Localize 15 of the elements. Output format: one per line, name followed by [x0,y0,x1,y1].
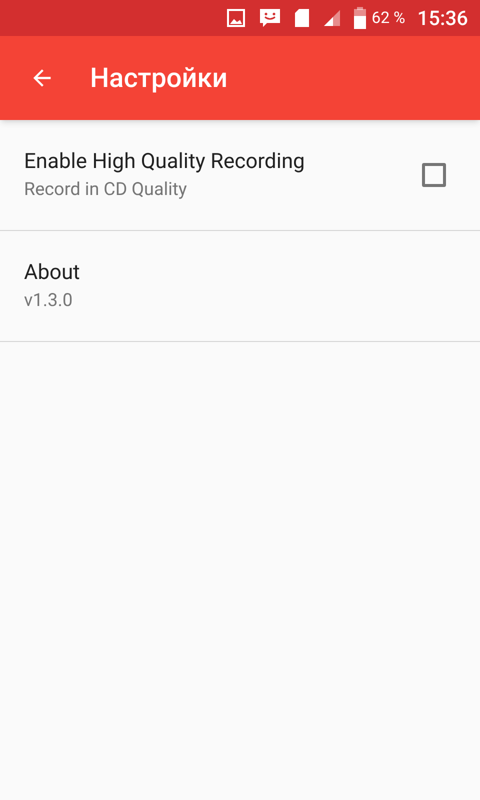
battery-percent: 62 % [372,7,406,29]
setting-title: Enable High Quality Recording [24,149,306,176]
settings-item[interactable]: About v1.3.0 [0,231,480,342]
image-icon [226,8,246,28]
app-bar-title: Настройки [90,60,228,96]
setting-summary: v1.3.0 [24,289,74,313]
sd-card-icon [294,8,310,28]
checkbox[interactable] [422,163,446,187]
clock: 15:36 [417,5,468,32]
setting-title: About [24,260,81,287]
settings-item[interactable]: Enable High Quality Recording Record in CD Quality [0,120,480,231]
battery-icon [354,7,366,29]
chat-icon [258,6,282,30]
setting-summary: Record in CD Quality [24,178,188,202]
signal-icon [322,8,342,28]
